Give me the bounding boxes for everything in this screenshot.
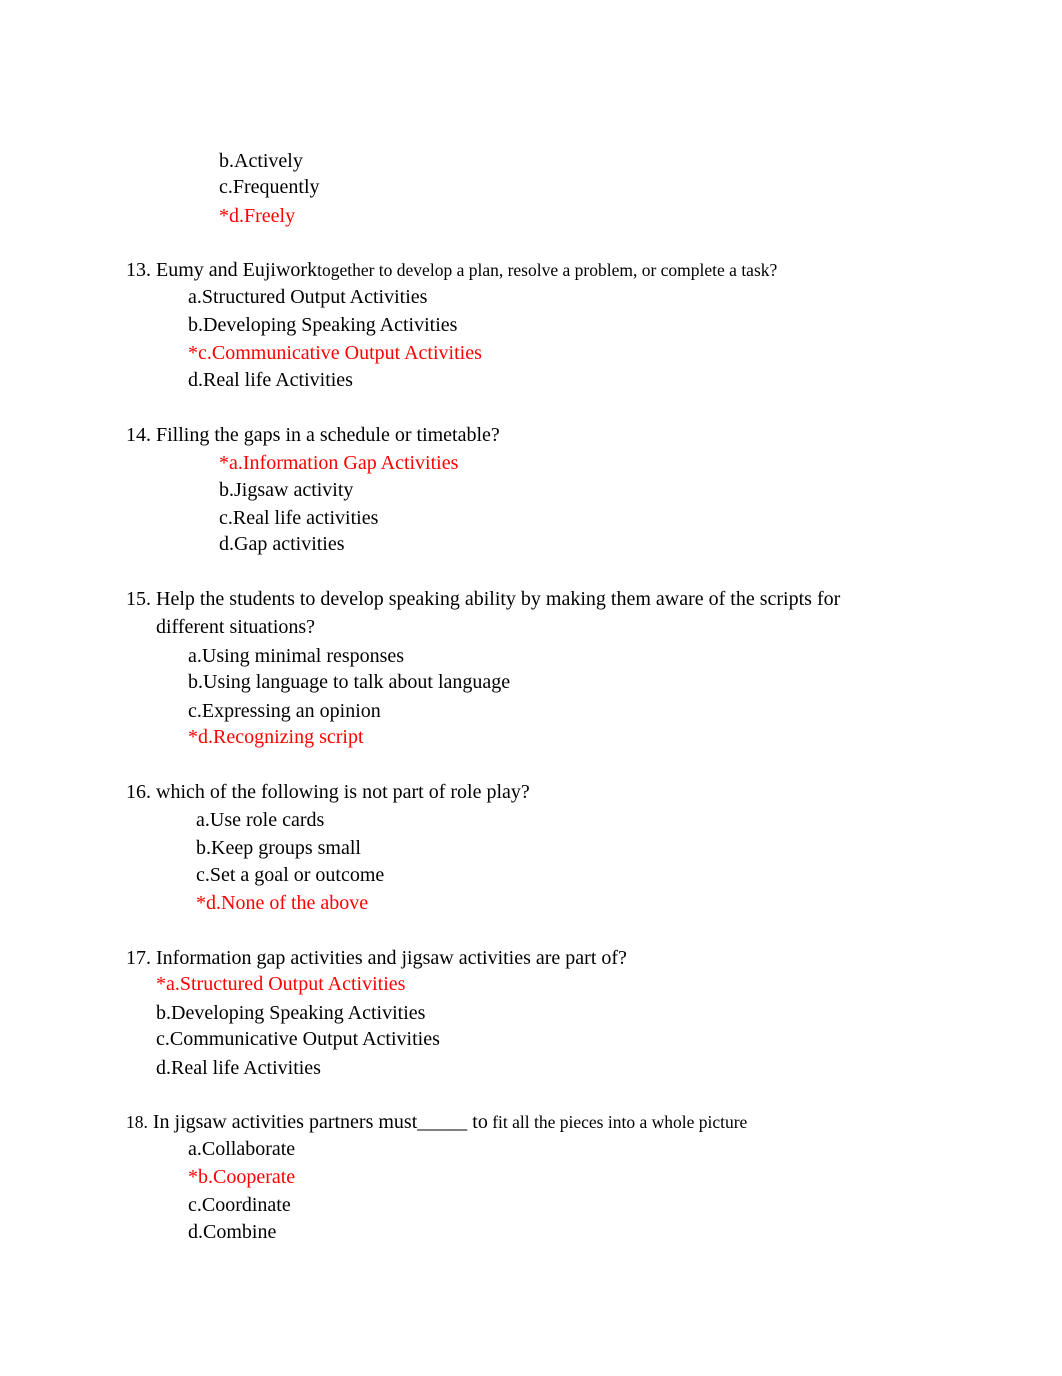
- q12-option-c: c.Frequently: [219, 176, 320, 198]
- q18-lead: In jigsaw activities partners must_____ …: [152, 1111, 488, 1133]
- q15-option-b: b.Using language to talk about language: [188, 671, 511, 693]
- q14-option-b: b.Jigsaw activity: [219, 479, 354, 501]
- q18-option-c: c.Coordinate: [188, 1194, 291, 1216]
- q15-option-d-answer: *d.Recognizing script: [188, 726, 364, 748]
- q12-option-d-answer: *d.Freely: [219, 205, 296, 227]
- q15-question-line1: 15. Help the students to develop speakin…: [126, 588, 841, 610]
- q15-option-a: a.Using minimal responses: [188, 645, 405, 667]
- q13-question: 13. Eumy and Eujiworktogether to develop…: [126, 258, 777, 282]
- q18-rest: fit all the pieces into a whole picture: [487, 1112, 748, 1132]
- q13-rest: together to develop a plan, resolve a pr…: [317, 260, 778, 280]
- q18-option-b-answer: *b.Cooperate: [188, 1166, 296, 1188]
- q14-option-c: c.Real life activities: [219, 507, 379, 529]
- q13-option-c-answer: *c.Communicative Output Activities: [188, 342, 482, 364]
- q15-question-line2: different situations?: [156, 616, 316, 638]
- q17-option-d: d.Real life Activities: [156, 1057, 321, 1079]
- q12-option-b: b.Actively: [219, 150, 303, 172]
- q16-question: 16. which of the following is not part o…: [126, 781, 530, 803]
- q16-option-d-answer: *d.None of the above: [196, 892, 369, 914]
- q17-option-c: c.Communicative Output Activities: [156, 1028, 440, 1050]
- q17-question: 17. Information gap activities and jigsa…: [126, 947, 627, 969]
- q14-question: 14. Filling the gaps in a schedule or ti…: [126, 424, 500, 446]
- q13-option-d: d.Real life Activities: [188, 369, 353, 391]
- q13-option-b: b.Developing Speaking Activities: [188, 314, 458, 336]
- q18-option-a: a.Collaborate: [188, 1138, 296, 1160]
- q14-option-a-answer: *a.Information Gap Activities: [219, 452, 459, 474]
- q15-option-c: c.Expressing an opinion: [188, 700, 381, 722]
- q14-option-d: d.Gap activities: [219, 533, 345, 555]
- q16-option-b: b.Keep groups small: [196, 837, 361, 859]
- q16-option-c: c.Set a goal or outcome: [196, 864, 385, 886]
- q18-question: 18. In jigsaw activities partners must__…: [126, 1110, 747, 1134]
- q18-option-d: d.Combine: [188, 1221, 277, 1243]
- q13-lead: Eumy and Eujiwork: [156, 259, 318, 281]
- q13-option-a: a.Structured Output Activities: [188, 286, 428, 308]
- q17-option-a-answer: *a.Structured Output Activities: [156, 973, 406, 995]
- q17-option-b: b.Developing Speaking Activities: [156, 1002, 426, 1024]
- q16-option-a: a.Use role cards: [196, 809, 325, 831]
- q13-number: 13.: [126, 259, 151, 281]
- q18-number: 18.: [126, 1112, 148, 1132]
